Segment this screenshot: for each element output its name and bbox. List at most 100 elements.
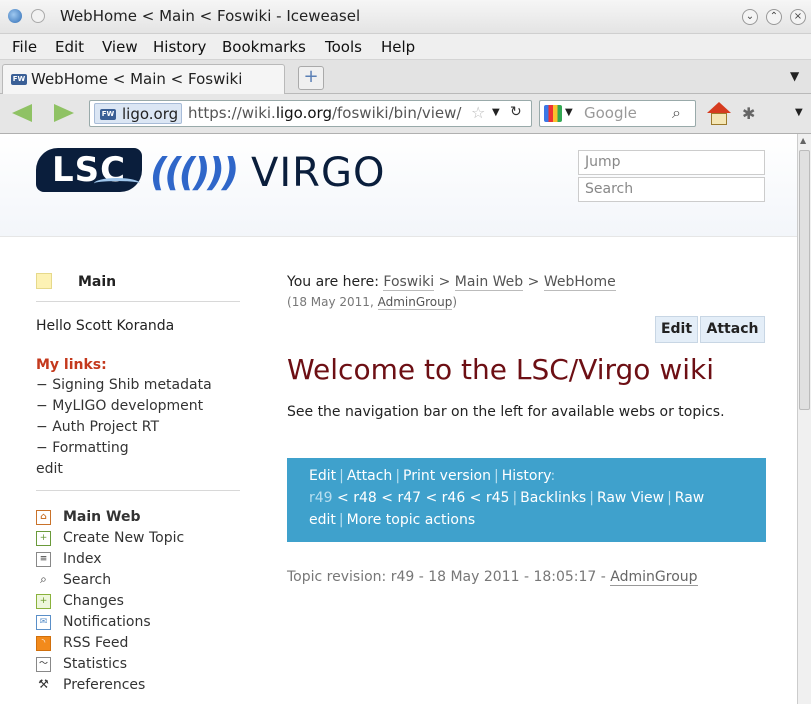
- bookmark-star-icon[interactable]: ☆: [471, 103, 485, 122]
- menu-tools[interactable]: Tools: [325, 38, 362, 56]
- menu-history[interactable]: History: [153, 38, 206, 56]
- lsc-logo[interactable]: LSC: [36, 148, 142, 192]
- sidebar-item-notifications[interactable]: ✉ Notifications: [36, 612, 240, 633]
- hello-text: Hello Scott Koranda: [36, 318, 175, 334]
- notifications-icon: ✉: [36, 615, 51, 630]
- new-tab-plus-icon[interactable]: +: [298, 66, 324, 90]
- page-scrollbar[interactable]: ▲: [797, 134, 811, 704]
- rss-icon: ◝: [36, 636, 51, 651]
- statistics-icon: 〜: [36, 657, 51, 672]
- sidebar-item-statistics[interactable]: 〜 Statistics: [36, 654, 240, 675]
- tab-label: WebHome < Main < Foswiki: [31, 70, 243, 88]
- mylinks-edit-link[interactable]: edit: [36, 459, 240, 480]
- jump-input[interactable]: Jump: [578, 150, 765, 175]
- navigation-toolbar: FW ligo.org https://wiki.ligo.org/foswik…: [0, 94, 811, 134]
- sidebar-item-changes[interactable]: + Changes: [36, 591, 240, 612]
- close-icon[interactable]: ×: [790, 9, 806, 25]
- url-history-dropdown-icon[interactable]: ▼: [492, 107, 500, 118]
- menu-edit[interactable]: Edit: [55, 38, 84, 56]
- index-icon: ≡: [36, 552, 51, 567]
- sidebar: Main Hello Scott Koranda My links: − Sig…: [36, 272, 240, 696]
- sidebar-item-index[interactable]: ≡ Index: [36, 549, 240, 570]
- foswiki-favicon-icon: FW: [100, 109, 116, 120]
- site-header: LSC ((())) VIRGO Jump Search: [0, 134, 797, 237]
- action-history[interactable]: History: [502, 468, 551, 484]
- rev-r49: r49: [309, 490, 333, 506]
- menu-file[interactable]: File: [12, 38, 37, 56]
- menu-bar: File Edit View History Bookmarks Tools H…: [0, 34, 811, 60]
- minimize-icon[interactable]: ⌄: [742, 9, 758, 25]
- iceweasel-icon[interactable]: [8, 9, 22, 23]
- topic-date-line: (18 May 2011, AdminGroup): [287, 295, 458, 310]
- sidebar-item-create-new-topic[interactable]: + Create New Topic: [36, 528, 240, 549]
- action-print-version[interactable]: Print version: [403, 468, 491, 484]
- maximize-icon[interactable]: ⌃: [766, 9, 782, 25]
- tab-list-chevron-icon[interactable]: ▼: [790, 69, 799, 83]
- virgo-logo[interactable]: VIRGO: [251, 150, 385, 196]
- window-title: WebHome < Main < Foswiki - Iceweasel: [60, 7, 361, 25]
- sidebar-item-preferences[interactable]: ⚒ Preferences: [36, 675, 240, 696]
- main-content: You are here: Foswiki > Main Web > WebHo…: [287, 272, 767, 312]
- menu-bookmarks[interactable]: Bookmarks: [222, 38, 306, 56]
- bug-icon[interactable]: ✱: [742, 104, 755, 123]
- home-icon[interactable]: [706, 102, 732, 126]
- action-raw-view[interactable]: Raw View: [597, 490, 664, 506]
- sidebar-nav-list: ⌂ Main Web + Create New Topic ≡ Index ⌕ Sear…: [36, 507, 240, 696]
- scrollbar-thumb[interactable]: [799, 150, 810, 410]
- home-icon: ⌂: [36, 510, 51, 525]
- reload-icon[interactable]: ↻: [510, 104, 522, 120]
- forward-arrow-icon[interactable]: [54, 104, 74, 122]
- mylink-item[interactable]: − Signing Shib metadata: [36, 375, 240, 396]
- search-icon: ⌕: [36, 573, 51, 588]
- menu-help[interactable]: Help: [381, 38, 415, 56]
- mylink-item[interactable]: − Formatting: [36, 438, 240, 459]
- window-sticky-button[interactable]: [31, 9, 45, 23]
- back-arrow-icon[interactable]: [12, 104, 32, 122]
- sidebar-item-rss-feed[interactable]: ◝ RSS Feed: [36, 633, 240, 654]
- edit-button[interactable]: Edit: [655, 316, 698, 343]
- google-engine-icon[interactable]: [544, 105, 562, 122]
- toolbar-overflow-chevron-icon[interactable]: ▼: [795, 107, 803, 118]
- changes-icon: +: [36, 594, 51, 609]
- breadcrumb-prefix: You are here:: [287, 274, 379, 290]
- topic-author-link[interactable]: AdminGroup: [377, 295, 453, 310]
- action-more-topic-actions[interactable]: More topic actions: [347, 512, 476, 528]
- magnifier-icon[interactable]: ⌕: [672, 103, 681, 123]
- rev-r45[interactable]: r45: [486, 490, 510, 506]
- search-placeholder: Google: [584, 104, 637, 122]
- tab-webhome[interactable]: FW WebHome < Main < Foswiki: [2, 64, 285, 94]
- revision-author-link[interactable]: AdminGroup: [610, 569, 698, 586]
- url-bar[interactable]: FW ligo.org https://wiki.ligo.org/foswik…: [89, 100, 532, 127]
- intro-text: See the navigation bar on the left for a…: [287, 404, 725, 420]
- action-attach[interactable]: Attach: [347, 468, 392, 484]
- url-text[interactable]: https://wiki.ligo.org/foswiki/bin/view/: [188, 104, 461, 122]
- breadcrumb-webhome[interactable]: WebHome: [543, 274, 616, 291]
- mylink-item[interactable]: − MyLIGO development: [36, 396, 240, 417]
- rev-r46[interactable]: r46: [442, 490, 466, 506]
- action-backlinks[interactable]: Backlinks: [520, 490, 586, 506]
- mylink-item[interactable]: − Auth Project RT: [36, 417, 240, 438]
- revision-text: Topic revision: r49 - 18 May 2011 - 18:0…: [287, 569, 606, 585]
- foswiki-favicon-icon: FW: [11, 74, 27, 85]
- action-edit[interactable]: Edit: [309, 468, 336, 484]
- waves-logo[interactable]: ((())): [150, 150, 239, 194]
- scroll-up-icon[interactable]: ▲: [800, 136, 809, 145]
- web-color-square-icon: [36, 273, 52, 289]
- menu-view[interactable]: View: [102, 38, 138, 56]
- site-identity-button[interactable]: FW ligo.org: [94, 103, 182, 124]
- breadcrumb-foswiki[interactable]: Foswiki: [383, 274, 435, 291]
- search-engine-box[interactable]: ▼ Google ⌕: [539, 100, 696, 127]
- sidebar-item-search[interactable]: ⌕ Search: [36, 570, 240, 591]
- page-viewport: LSC ((())) VIRGO Jump Search Main Hello …: [0, 134, 797, 704]
- engine-dropdown-icon[interactable]: ▼: [565, 107, 573, 118]
- rev-r47[interactable]: r47: [397, 490, 421, 506]
- search-input[interactable]: Search: [578, 177, 765, 202]
- window-titlebar: WebHome < Main < Foswiki - Iceweasel ⌄ ⌃…: [0, 0, 811, 34]
- sidebar-item-main-web[interactable]: ⌂ Main Web: [36, 507, 240, 528]
- topic-action-bar: Edit | Attach | Print version | History: r49 <…: [287, 458, 766, 542]
- rev-r48[interactable]: r48: [353, 490, 377, 506]
- attach-button[interactable]: Attach: [700, 316, 765, 343]
- sidebar-web-title[interactable]: Main: [36, 272, 240, 301]
- breadcrumb-main-web[interactable]: Main Web: [454, 274, 524, 291]
- new-topic-icon: +: [36, 531, 51, 546]
